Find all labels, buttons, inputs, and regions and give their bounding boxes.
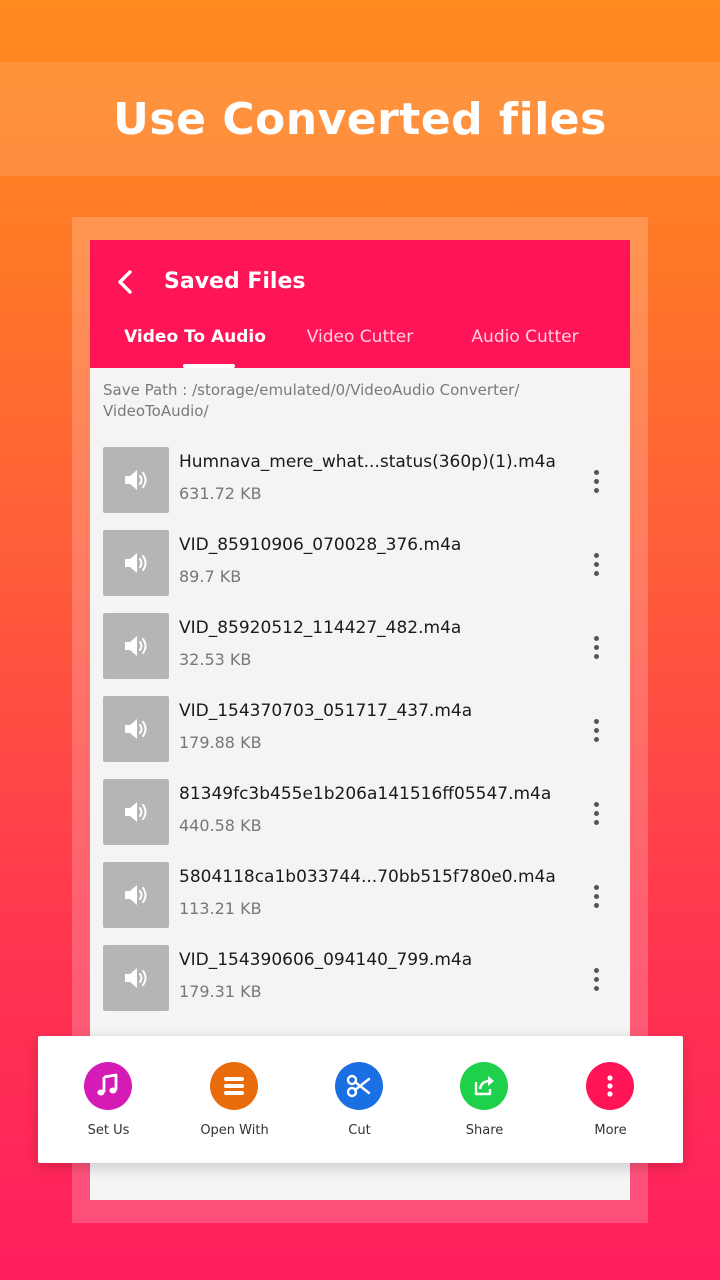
back-arrow-icon: [118, 270, 132, 294]
file-name: VID_154390606_094140_799.m4a: [179, 950, 473, 970]
set-us-button[interactable]: Set Us: [46, 1036, 171, 1163]
tab-video-to-audio[interactable]: Video To Audio: [105, 320, 285, 354]
file-size: 631.72 KB: [179, 484, 262, 503]
speaker-icon: [125, 968, 147, 988]
audio-thumbnail: [103, 613, 169, 679]
file-more-icon[interactable]: [582, 627, 610, 667]
file-size: 179.31 KB: [179, 982, 262, 1001]
scissors-icon: [346, 1074, 371, 1098]
speaker-icon: [125, 636, 147, 656]
more-vertical-icon: [607, 1075, 613, 1097]
audio-thumbnail: [103, 530, 169, 596]
set-us-circle: [84, 1062, 132, 1110]
audio-thumbnail: [103, 696, 169, 762]
file-name: VID_85910906_070028_376.m4a: [179, 535, 462, 555]
promo-title: Use Converted files: [113, 93, 607, 145]
share-label: Share: [465, 1123, 504, 1138]
active-tab-indicator: [183, 364, 235, 368]
file-name: VID_85920512_114427_482.m4a: [179, 618, 462, 638]
file-row[interactable]: VID_154370703_051717_437.m4a 179.88 KB: [90, 696, 630, 766]
file-more-icon[interactable]: [582, 710, 610, 750]
save-path: Save Path : /storage/emulated/0/VideoAud…: [103, 381, 520, 420]
file-more-icon[interactable]: [582, 544, 610, 584]
tab-audio-cutter[interactable]: Audio Cutter: [435, 320, 615, 354]
speaker-icon: [125, 470, 147, 490]
action-sheet: Set Us Open With Cut Share More: [38, 1036, 683, 1163]
audio-thumbnail: [103, 447, 169, 513]
more-label: More: [594, 1123, 627, 1138]
audio-thumbnail: [103, 862, 169, 928]
screen-title: Saved Files: [164, 269, 306, 294]
file-row[interactable]: VID_85910906_070028_376.m4a 89.7 KB: [90, 530, 630, 600]
set-us-label: Set Us: [87, 1123, 130, 1138]
file-more-icon[interactable]: [582, 793, 610, 833]
file-more-icon[interactable]: [582, 959, 610, 999]
file-row[interactable]: VID_154390606_094140_799.m4a 179.31 KB: [90, 945, 630, 1015]
file-name: 81349fc3b455e1b206a141516ff05547.m4a: [179, 784, 552, 804]
share-button[interactable]: Share: [422, 1036, 547, 1163]
share-icon: [474, 1076, 494, 1096]
audio-thumbnail: [103, 945, 169, 1011]
tab-video-cutter[interactable]: Video Cutter: [270, 320, 450, 354]
speaker-icon: [125, 802, 147, 822]
speaker-icon: [125, 553, 147, 573]
file-name: 5804118ca1b033744...70bb515f780e0.m4a: [179, 867, 556, 887]
file-size: 440.58 KB: [179, 816, 262, 835]
speaker-icon: [125, 885, 147, 905]
file-size: 113.21 KB: [179, 899, 262, 918]
file-name: VID_154370703_051717_437.m4a: [179, 701, 473, 721]
file-size: 89.7 KB: [179, 567, 242, 586]
file-more-icon[interactable]: [582, 876, 610, 916]
file-size: 32.53 KB: [179, 650, 252, 669]
file-more-icon[interactable]: [582, 461, 610, 501]
file-size: 179.88 KB: [179, 733, 262, 752]
file-row[interactable]: VID_85920512_114427_482.m4a 32.53 KB: [90, 613, 630, 683]
open-with-circle: [210, 1062, 258, 1110]
cut-label: Cut: [348, 1123, 371, 1138]
app-bar: Saved Files Video To Audio Video Cutter …: [90, 240, 630, 368]
list-icon: [224, 1077, 244, 1095]
file-row[interactable]: 81349fc3b455e1b206a141516ff05547.m4a 440.…: [90, 779, 630, 849]
more-button[interactable]: More: [548, 1036, 673, 1163]
file-name: Humnava_mere_what...status(360p)(1).m4a: [179, 452, 556, 472]
file-row[interactable]: Humnava_mere_what...status(360p)(1).m4a 6…: [90, 447, 630, 517]
share-circle: [460, 1062, 508, 1110]
open-with-label: Open With: [200, 1123, 269, 1138]
audio-thumbnail: [103, 779, 169, 845]
speaker-icon: [125, 719, 147, 739]
music-note-icon: [97, 1073, 118, 1096]
back-button[interactable]: [106, 262, 146, 302]
open-with-button[interactable]: Open With: [172, 1036, 297, 1163]
cut-circle: [335, 1062, 383, 1110]
file-row[interactable]: 5804118ca1b033744...70bb515f780e0.m4a 113…: [90, 862, 630, 932]
more-circle: [586, 1062, 634, 1110]
cut-button[interactable]: Cut: [297, 1036, 422, 1163]
